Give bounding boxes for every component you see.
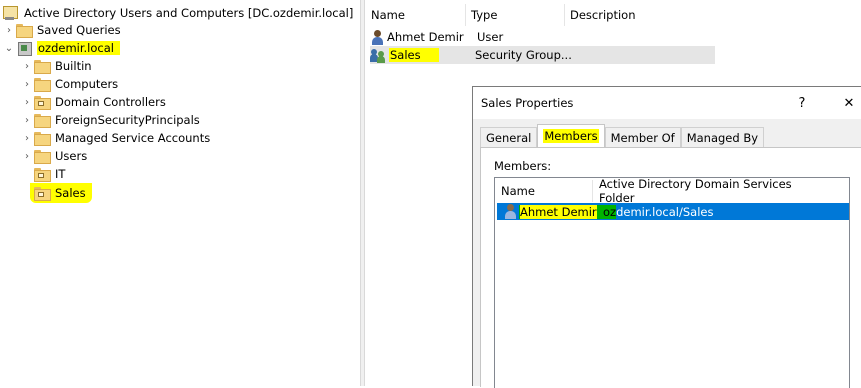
list-item[interactable]: Ahmet Demir User <box>370 28 715 46</box>
tab-label: General <box>486 130 532 145</box>
member-folder-prefix: oz <box>602 204 617 219</box>
list-item[interactable]: Sales Security Group... <box>370 46 715 64</box>
user-icon <box>503 204 517 219</box>
tree-root[interactable]: Active Directory Users and Computers [DC… <box>2 4 353 22</box>
list-item-type: User <box>477 30 504 44</box>
member-folder: demir.local/Sales <box>616 204 714 219</box>
list-item-name: Sales <box>389 48 439 62</box>
dialog-title-bar[interactable]: Sales Properties ? ✕ <box>473 87 861 119</box>
chevron-right-icon[interactable]: › <box>20 57 34 75</box>
members-list[interactable]: Name Active Directory Domain Services Fo… <box>494 177 850 388</box>
folder-icon <box>34 114 51 128</box>
dialog-title: Sales Properties <box>481 96 574 110</box>
column-header-label: Type <box>471 8 498 22</box>
group-icon <box>370 48 386 63</box>
tree-item-domain-controllers[interactable]: › Domain Controllers <box>20 93 166 111</box>
close-button[interactable]: ✕ <box>829 87 861 119</box>
tree-item-label: Domain Controllers <box>55 95 166 109</box>
tree-item-label: Users <box>55 149 88 163</box>
tree-item-builtin[interactable]: › Builtin <box>20 57 92 75</box>
chevron-down-icon[interactable]: ⌄ <box>2 39 16 57</box>
aduc-console-icon <box>2 6 18 20</box>
folder-icon <box>16 24 33 38</box>
tree-item-sales[interactable]: Sales <box>30 183 92 203</box>
sales-properties-dialog: Sales Properties ? ✕ General Members Mem… <box>472 86 861 388</box>
tab-general[interactable]: General <box>480 127 538 147</box>
help-button[interactable]: ? <box>782 87 822 119</box>
ou-folder-icon <box>34 187 51 201</box>
domain-icon <box>16 41 32 56</box>
tree-item-users[interactable]: › Users <box>20 147 87 165</box>
tree-item-label: ozdemir.local <box>37 41 120 55</box>
tab-label: Members <box>543 129 599 143</box>
tree-root-label: Active Directory Users and Computers [DC… <box>24 6 354 20</box>
pane-splitter[interactable] <box>360 0 365 386</box>
members-tab-panel: Members: Name Active Directory Domain Se… <box>480 147 861 388</box>
tree-item-label: ForeignSecurityPrincipals <box>55 113 200 127</box>
tree-item-domain[interactable]: ⌄ ozdemir.local <box>2 39 120 57</box>
list-item-name: Ahmet Demir <box>387 30 464 44</box>
members-label: Members: <box>494 159 552 173</box>
tab-label: Member Of <box>610 130 675 145</box>
tree-item-computers[interactable]: › Computers <box>20 75 118 93</box>
member-name-text: Ahmet Demir <box>520 204 597 219</box>
column-header-name[interactable]: Name <box>366 4 466 26</box>
table-row[interactable]: Ahmet Demir oz demir.local/Sales <box>497 203 849 220</box>
chevron-right-icon[interactable]: › <box>20 111 34 129</box>
tab-managed-by[interactable]: Managed By <box>680 127 765 147</box>
folder-icon <box>34 132 51 146</box>
tab-label: Managed By <box>686 130 759 145</box>
tree-item-label: Builtin <box>55 59 92 73</box>
column-header-label: Name <box>371 8 405 22</box>
column-header-label: Description <box>570 8 636 22</box>
folder-icon <box>34 60 51 74</box>
tree-item-managed-service-accounts[interactable]: › Managed Service Accounts <box>20 129 210 147</box>
column-header-description[interactable]: Description <box>565 4 705 26</box>
column-header-folder[interactable]: Active Directory Domain Services Folder <box>593 177 813 205</box>
tree-item-saved-queries[interactable]: › Saved Queries <box>2 21 121 39</box>
column-header-type[interactable]: Type <box>466 4 565 26</box>
tab-strip: General Members Member Of Managed By <box>480 124 765 147</box>
column-header-name[interactable]: Name <box>495 180 593 202</box>
tree-item-label: IT <box>55 167 66 181</box>
chevron-right-icon[interactable]: › <box>2 21 16 39</box>
ou-folder-icon <box>34 96 51 110</box>
folder-icon <box>34 78 51 92</box>
list-item-type: Security Group... <box>475 48 572 62</box>
chevron-right-icon[interactable]: › <box>20 129 34 147</box>
console-tree: Active Directory Users and Computers [DC… <box>0 0 360 386</box>
ou-folder-icon <box>34 168 51 182</box>
member-name: Ahmet Demir <box>519 204 602 219</box>
column-header-label: Name <box>501 184 535 198</box>
tree-item-label: Sales <box>55 186 86 200</box>
tree-item-it[interactable]: IT <box>34 165 65 183</box>
tree-item-label: Saved Queries <box>37 23 121 37</box>
tree-item-label: Managed Service Accounts <box>55 131 211 145</box>
chevron-right-icon[interactable]: › <box>20 93 34 111</box>
tab-members[interactable]: Members <box>537 124 605 147</box>
column-header-label: Active Directory Domain Services Folder <box>599 177 792 205</box>
tab-member-of[interactable]: Member Of <box>604 127 681 147</box>
tree-item-foreign-security-principals[interactable]: › ForeignSecurityPrincipals <box>20 111 200 129</box>
tree-item-label: Computers <box>55 77 119 91</box>
chevron-right-icon[interactable]: › <box>20 75 34 93</box>
chevron-right-icon[interactable]: › <box>20 147 34 165</box>
folder-icon <box>34 150 51 164</box>
user-icon <box>370 29 384 45</box>
